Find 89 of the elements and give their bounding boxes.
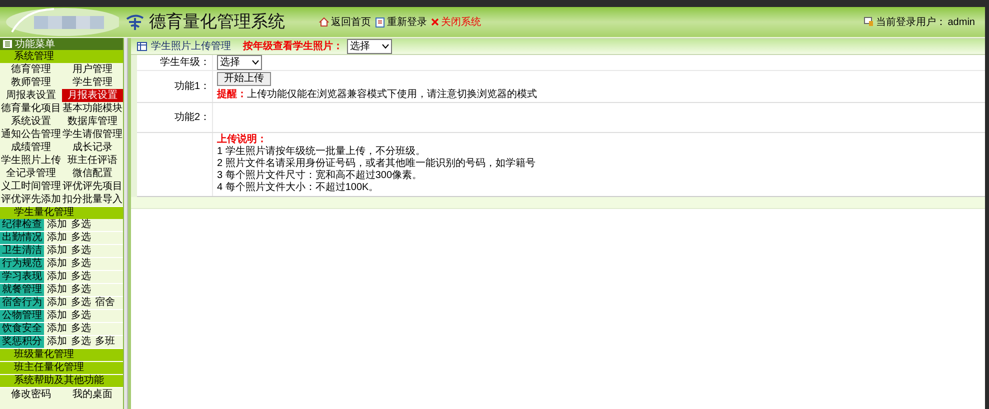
category-label: 奖惩积分 (0, 336, 44, 348)
action-link[interactable]: 添加 (47, 337, 67, 347)
grade-filter-select[interactable]: 选择 (347, 39, 392, 54)
menu-item[interactable]: 扣分批量导入 (62, 193, 123, 206)
action-link[interactable]: 添加 (47, 259, 67, 269)
category-label: 卫生清洁 (0, 245, 44, 257)
action-link[interactable]: 添加 (47, 298, 67, 308)
menu-item[interactable]: 我的桌面 (62, 388, 123, 401)
menu-item[interactable]: 班主任评语 (62, 154, 123, 167)
user-icon (864, 17, 874, 27)
menu-item[interactable]: 周报表设置 (0, 89, 62, 102)
action-link[interactable]: 添加 (47, 285, 67, 295)
note-text: 3 每个照片文件尺寸：宽和高不超过300像素。 (217, 170, 424, 181)
action-link[interactable]: 添加 (47, 311, 67, 321)
action-link[interactable]: 添加 (47, 233, 67, 243)
action-link[interactable]: 多选 (71, 220, 91, 230)
menu-item[interactable]: 修改密码 (0, 388, 62, 401)
close-icon (431, 18, 439, 26)
menu-item[interactable]: 数据库管理 (62, 115, 123, 128)
category-label: 宿舍行为 (0, 297, 44, 309)
current-user-label: 当前登录用户： (876, 16, 946, 30)
section-header[interactable]: 系统帮助及其他功能 (0, 375, 123, 388)
sidebar-header: 功能菜单 (0, 38, 123, 50)
nav-link[interactable]: 重新登录 (375, 14, 427, 30)
action-link[interactable]: 添加 (47, 246, 67, 256)
menu-item[interactable]: 通知公告管理 (0, 128, 62, 141)
menu-item[interactable]: 系统设置 (0, 115, 62, 128)
notes-title: 上传说明： (217, 134, 268, 145)
section-header[interactable]: 班级量化管理 (0, 349, 123, 362)
nav-link[interactable]: 返回首页 (319, 14, 371, 30)
home-icon (319, 17, 329, 27)
menu-item[interactable]: 义工时间管理 (0, 180, 62, 193)
upload-button[interactable]: 开始上传 (217, 72, 271, 86)
current-user: admin (948, 16, 975, 30)
section-header[interactable]: 班主任量化管理 (0, 362, 123, 375)
action-link[interactable]: 多选 (71, 298, 91, 308)
section-header[interactable]: 系统管理 (0, 50, 123, 63)
menu-item[interactable]: 用户管理 (62, 63, 123, 76)
action-link[interactable]: 宿舍 (95, 298, 115, 308)
menu-item[interactable]: 教师管理 (0, 76, 62, 89)
panel-title: 学生照片上传管理 (151, 40, 231, 54)
category-label: 公物管理 (0, 310, 44, 322)
action-link[interactable]: 多选 (71, 311, 91, 321)
menu-icon (3, 40, 12, 48)
menu-item[interactable]: 学生照片上传 (0, 154, 62, 167)
menu-item[interactable]: 基本功能模块 (62, 102, 123, 115)
menu-item[interactable]: 德育量化项目 (0, 102, 62, 115)
action-link[interactable]: 多选 (71, 337, 91, 347)
action-link[interactable]: 多选 (71, 246, 91, 256)
action-link[interactable]: 多选 (71, 233, 91, 243)
action-link[interactable]: 添加 (47, 272, 67, 282)
action-link[interactable]: 添加 (47, 220, 67, 230)
grade-select[interactable]: 选择 (217, 55, 262, 70)
action-link[interactable]: 多选 (71, 285, 91, 295)
reminder-label: 提醒： (217, 88, 247, 102)
action-link[interactable]: 多选 (71, 272, 91, 282)
document-icon (375, 16, 385, 28)
menu-item[interactable]: 德育管理 (0, 63, 62, 76)
field-label: 功能1： (137, 71, 213, 102)
menu-item[interactable]: 微信配置 (62, 167, 123, 180)
menu-item[interactable]: 月报表设置 (62, 89, 123, 102)
menu-item[interactable]: 成绩管理 (0, 141, 62, 154)
category-label: 学习表现 (0, 271, 44, 283)
logo-icon (125, 13, 145, 31)
menu-item[interactable]: 学生请假管理 (62, 128, 123, 141)
menu-item[interactable]: 学生管理 (62, 76, 123, 89)
category-label: 饮食安全 (0, 323, 44, 335)
menu-item[interactable]: 成长记录 (62, 141, 123, 154)
category-label: 行为规范 (0, 258, 44, 270)
field-label: 学生年级： (137, 55, 213, 70)
action-link[interactable]: 添加 (47, 324, 67, 334)
note-text: 4 每个照片文件大小：不超过100K。 (217, 182, 380, 193)
action-link[interactable]: 多选 (71, 259, 91, 269)
menu-item[interactable]: 评优评先项目 (62, 180, 123, 193)
menu-item[interactable]: 评优评先添加 (0, 193, 62, 206)
note-text: 2 照片文件名请采用身份证号码，或者其他唯一能识别的号码，如学籍号 (217, 158, 536, 169)
menu-item[interactable]: 全记录管理 (0, 167, 62, 180)
filter-label: 按年级查看学生照片： (243, 40, 343, 54)
category-label: 出勤情况 (0, 232, 44, 244)
action-link[interactable]: 多选 (71, 324, 91, 334)
action-link[interactable]: 多班 (95, 337, 115, 347)
note-text: 1 学生照片请按年级统一批量上传，不分班级。 (217, 146, 426, 157)
category-label: 纪律检查 (0, 219, 44, 231)
reminder-text: 上传功能仅能在浏览器兼容模式下使用，请注意切换浏览器的模式 (247, 88, 537, 102)
category-label: 就餐管理 (0, 284, 44, 296)
table-icon (137, 42, 147, 51)
field-label: 功能2： (137, 103, 213, 132)
app-title: 德育量化管理系统 (149, 11, 286, 34)
section-header[interactable]: 学生量化管理 (0, 206, 123, 219)
